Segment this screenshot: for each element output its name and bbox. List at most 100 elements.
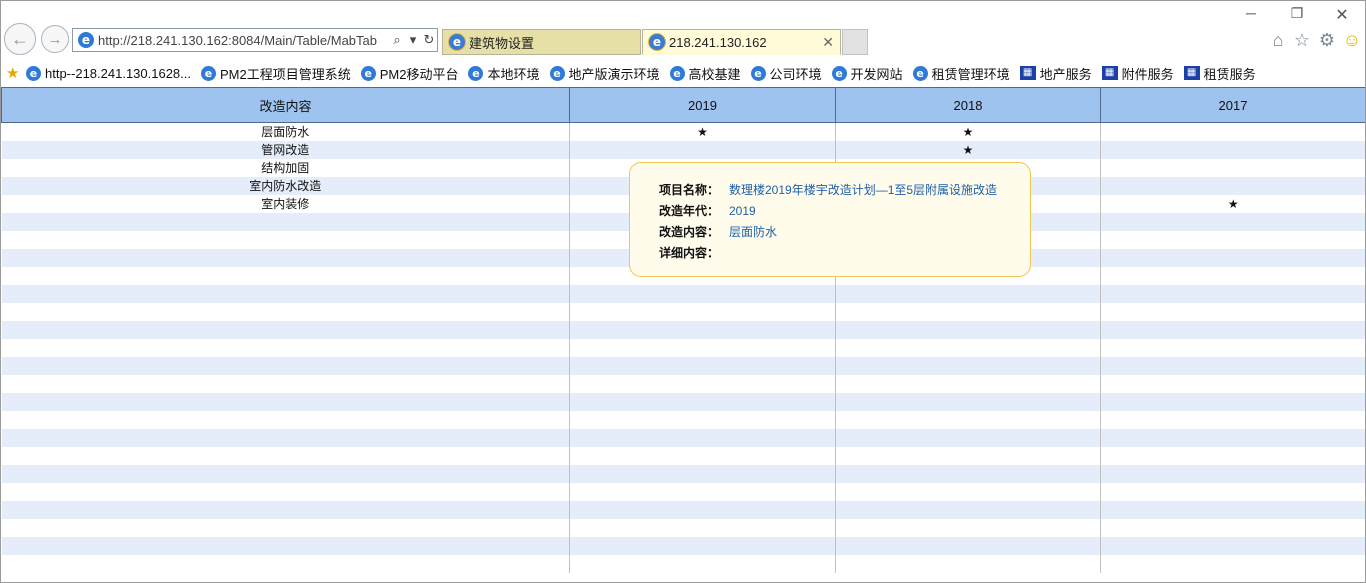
- empty-cell: [569, 429, 836, 447]
- favorite-item[interactable]: e http--218.241.130.1628...: [26, 65, 191, 81]
- close-window-button[interactable]: ✕: [1327, 5, 1357, 25]
- search-icon[interactable]: ⌕: [390, 32, 404, 48]
- project-tooltip: 项目名称： 数理楼2019年楼宇改造计划—1至5层附属设施改造 改造年代： 20…: [629, 162, 1031, 277]
- arrow-left-icon: ←: [11, 28, 29, 49]
- restore-button[interactable]: ❐: [1282, 5, 1312, 22]
- close-tab-icon[interactable]: ✕: [822, 34, 834, 51]
- empty-cell: [1, 465, 570, 483]
- service-icon: ▦: [1183, 66, 1200, 80]
- tooltip-project-label: 项目名称：: [659, 183, 720, 197]
- empty-table-row: [1, 537, 1365, 555]
- tooltip-year-line: 改造年代： 2019: [659, 200, 1030, 221]
- favorite-item[interactable]: e PM2工程项目管理系统: [201, 64, 351, 83]
- home-icon[interactable]: ⌂: [1267, 30, 1289, 51]
- ie-icon: e: [468, 65, 484, 81]
- year-mark-cell[interactable]: ★: [835, 141, 1101, 159]
- empty-cell: [835, 393, 1101, 411]
- empty-table-row: [2, 339, 1365, 357]
- gear-icon[interactable]: ⚙: [1316, 30, 1338, 51]
- refresh-icon[interactable]: ↻: [422, 32, 436, 48]
- favorite-item[interactable]: ▦ 附件服务: [1101, 64, 1174, 83]
- empty-cell: [1100, 519, 1365, 537]
- renovation-item-cell: 结构加固: [261, 161, 310, 175]
- tooltip-project-value: 数理楼2019年楼宇改造计划—1至5层附属设施改造: [729, 183, 998, 197]
- dropdown-icon[interactable]: ▾: [406, 32, 420, 48]
- ie-icon: e: [360, 65, 376, 81]
- year-mark-cell[interactable]: [569, 141, 836, 159]
- empty-table-row: [1, 393, 1365, 411]
- empty-cell: [835, 303, 1101, 321]
- empty-cell: [1100, 285, 1365, 303]
- empty-table-row: [2, 375, 1365, 393]
- ie-icon: e: [912, 65, 928, 81]
- empty-table-row: [1, 357, 1365, 375]
- tooltip-content-value: 层面防水: [729, 225, 778, 239]
- empty-cell: [1100, 303, 1365, 321]
- add-favorite-icon[interactable]: ★: [6, 64, 26, 82]
- address-input[interactable]: http://218.241.130.162:8084/Main/Table/M…: [98, 33, 388, 48]
- year-mark-cell[interactable]: ★: [1100, 195, 1365, 213]
- year-mark-cell[interactable]: [1100, 141, 1365, 159]
- ie-page-icon: e: [78, 32, 94, 48]
- empty-cell: [569, 555, 836, 573]
- tooltip-project-line: 项目名称： 数理楼2019年楼宇改造计划—1至5层附属设施改造: [659, 179, 1030, 200]
- favorite-item[interactable]: e 公司环境: [750, 64, 822, 83]
- renovation-item-cell: 室内防水改造: [1, 177, 570, 195]
- tab-active[interactable]: e 218.241.130.162 ✕: [642, 29, 841, 55]
- table-header-row: 改造内容 2019 2018 2017: [1, 87, 1365, 123]
- new-tab-button[interactable]: [842, 29, 868, 55]
- tab-label: 218.241.130.162: [669, 34, 767, 50]
- empty-cell: [569, 393, 836, 411]
- tooltip-content-line: 改造内容： 层面防水: [659, 221, 1030, 242]
- tooltip-year-label: 改造年代：: [659, 204, 720, 218]
- favorite-item[interactable]: e 地产版演示环境: [549, 64, 660, 83]
- favorite-item[interactable]: e 开发网站: [831, 64, 903, 83]
- empty-cell: [835, 339, 1101, 357]
- tab-label: 建筑物设置: [469, 35, 535, 51]
- empty-table-row: [1, 285, 1365, 303]
- service-icon: ▦: [1101, 66, 1118, 80]
- favorite-label: 租赁服务: [1203, 66, 1256, 82]
- ie-icon: e: [549, 65, 565, 81]
- empty-cell: [835, 519, 1101, 537]
- empty-cell: [1100, 249, 1365, 267]
- empty-cell: [569, 375, 836, 393]
- address-bar[interactable]: e http://218.241.130.162:8084/Main/Table…: [72, 28, 438, 52]
- feedback-smiley-icon[interactable]: ☺: [1341, 30, 1363, 51]
- empty-cell: [1, 213, 570, 231]
- favorite-item[interactable]: e 本地环境: [468, 64, 540, 83]
- year-mark-cell[interactable]: ★: [835, 122, 1101, 141]
- tab-building-settings[interactable]: e 建筑物设置: [442, 29, 641, 55]
- empty-cell: [569, 501, 836, 519]
- empty-cell: [835, 447, 1101, 465]
- empty-cell: [569, 537, 836, 555]
- favorite-item[interactable]: ▦ 租赁服务: [1183, 64, 1256, 83]
- renovation-table: 改造内容 2019 2018 2017 层面防水 ★ ★ 管网改造 ★ 结构加固 室内防水改…: [1, 87, 1365, 573]
- favorite-label: PM2工程项目管理系统: [220, 66, 351, 82]
- empty-cell: [1100, 321, 1365, 339]
- arrow-right-icon: →: [47, 30, 63, 48]
- favorite-item[interactable]: e PM2移动平台: [360, 64, 459, 83]
- favorite-item[interactable]: e 租赁管理环境: [912, 64, 1010, 83]
- favorite-item[interactable]: e 高校基建: [669, 64, 741, 83]
- back-button[interactable]: ←: [4, 23, 36, 55]
- ie-tab-icon: e: [649, 34, 665, 50]
- favorite-label: 地产版演示环境: [568, 66, 660, 82]
- favorites-star-icon[interactable]: ☆: [1291, 30, 1313, 51]
- year-mark-cell[interactable]: [1100, 122, 1365, 141]
- favorite-label: PM2移动平台: [379, 66, 459, 82]
- empty-cell: [569, 321, 836, 339]
- forward-button[interactable]: →: [41, 25, 69, 53]
- favorite-item[interactable]: ▦ 地产服务: [1019, 64, 1092, 83]
- year-mark-cell[interactable]: ★: [569, 122, 836, 141]
- empty-cell: [835, 501, 1101, 519]
- empty-table-row: [1, 321, 1365, 339]
- year-mark-cell[interactable]: [1100, 177, 1365, 195]
- empty-cell: [835, 285, 1101, 303]
- tooltip-detail-label: 详细内容：: [659, 246, 720, 260]
- empty-table-row: [1, 465, 1365, 483]
- empty-cell: [2, 519, 570, 537]
- minimize-button[interactable]: ─: [1236, 5, 1266, 21]
- year-mark-cell[interactable]: [1100, 159, 1365, 177]
- header-year-2017: 2017: [1100, 87, 1365, 123]
